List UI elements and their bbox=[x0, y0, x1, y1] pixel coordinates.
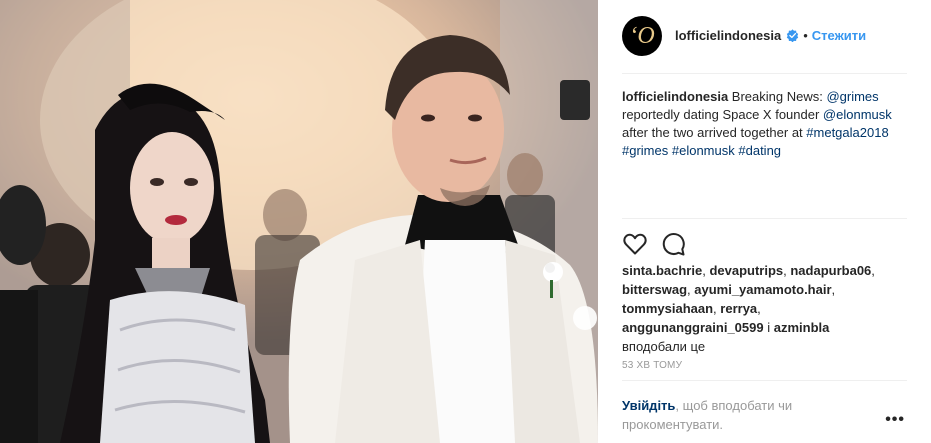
caption-text-2: reportedly dating Space X founder bbox=[622, 107, 823, 122]
likes-suffix: вподобали це bbox=[622, 339, 706, 354]
liker-username[interactable]: devaputrips bbox=[709, 263, 783, 278]
follow-button[interactable]: Стежити bbox=[812, 28, 866, 43]
likes-section: sinta.bachrie, devaputrips, nadapurba06,… bbox=[622, 263, 875, 354]
post-timestamp[interactable]: 53 ХВ ТОМУ bbox=[622, 360, 682, 371]
header-username[interactable]: lofficielindonesia bbox=[675, 28, 781, 43]
photo-illustration bbox=[0, 0, 598, 443]
liker-username[interactable]: sinta.bachrie bbox=[622, 263, 702, 278]
login-prompt: Увійдіть, щоб вподобати чи прокоментуват… bbox=[622, 396, 822, 434]
post-footer: Увійдіть, щоб вподобати чи прокоментуват… bbox=[622, 380, 907, 443]
mention-grimes[interactable]: @grimes bbox=[826, 89, 878, 104]
liker-username[interactable]: nadapurba06 bbox=[790, 263, 871, 278]
comment-icon[interactable] bbox=[660, 231, 686, 257]
liker-username[interactable]: ayumi_yamamoto.hair bbox=[694, 282, 831, 297]
avatar[interactable]: ‘O bbox=[622, 16, 662, 56]
post-header: ‘O lofficielindonesia • Стежити bbox=[622, 16, 907, 74]
header-separator-dot: • bbox=[803, 28, 808, 43]
login-link[interactable]: Увійдіть bbox=[622, 398, 675, 413]
mention-elonmusk[interactable]: @elonmusk bbox=[823, 107, 892, 122]
post-panel: ‘O lofficielindonesia • Стежити lofficie… bbox=[598, 0, 931, 443]
caption-text-3: after the two arrived together at bbox=[622, 125, 807, 140]
liker-username[interactable]: tommysiahaan bbox=[622, 301, 713, 316]
caption-username[interactable]: lofficielindonesia bbox=[622, 89, 728, 104]
liker-username[interactable]: anggunanggraini_0599 bbox=[622, 320, 764, 335]
post-caption: lofficielindonesia Breaking News: @grime… bbox=[622, 88, 907, 160]
caption-text-1: Breaking News: bbox=[728, 89, 827, 104]
hashtag-grimes[interactable]: #grimes bbox=[622, 143, 668, 158]
likes-and-word: і bbox=[767, 320, 771, 335]
more-options-icon[interactable]: ••• bbox=[885, 411, 905, 429]
post-photo[interactable] bbox=[0, 0, 598, 443]
hashtag-elonmusk[interactable]: #elonmusk bbox=[672, 143, 735, 158]
liker-username[interactable]: rerrya bbox=[720, 301, 757, 316]
verified-badge-icon bbox=[787, 29, 799, 42]
liker-username[interactable]: azminbla bbox=[774, 320, 830, 335]
liker-username[interactable]: bitterswag bbox=[622, 282, 687, 297]
hashtag-dating[interactable]: #dating bbox=[738, 143, 781, 158]
hashtag-metgala2018[interactable]: #metgala2018 bbox=[806, 125, 888, 140]
heart-icon[interactable] bbox=[622, 231, 648, 257]
